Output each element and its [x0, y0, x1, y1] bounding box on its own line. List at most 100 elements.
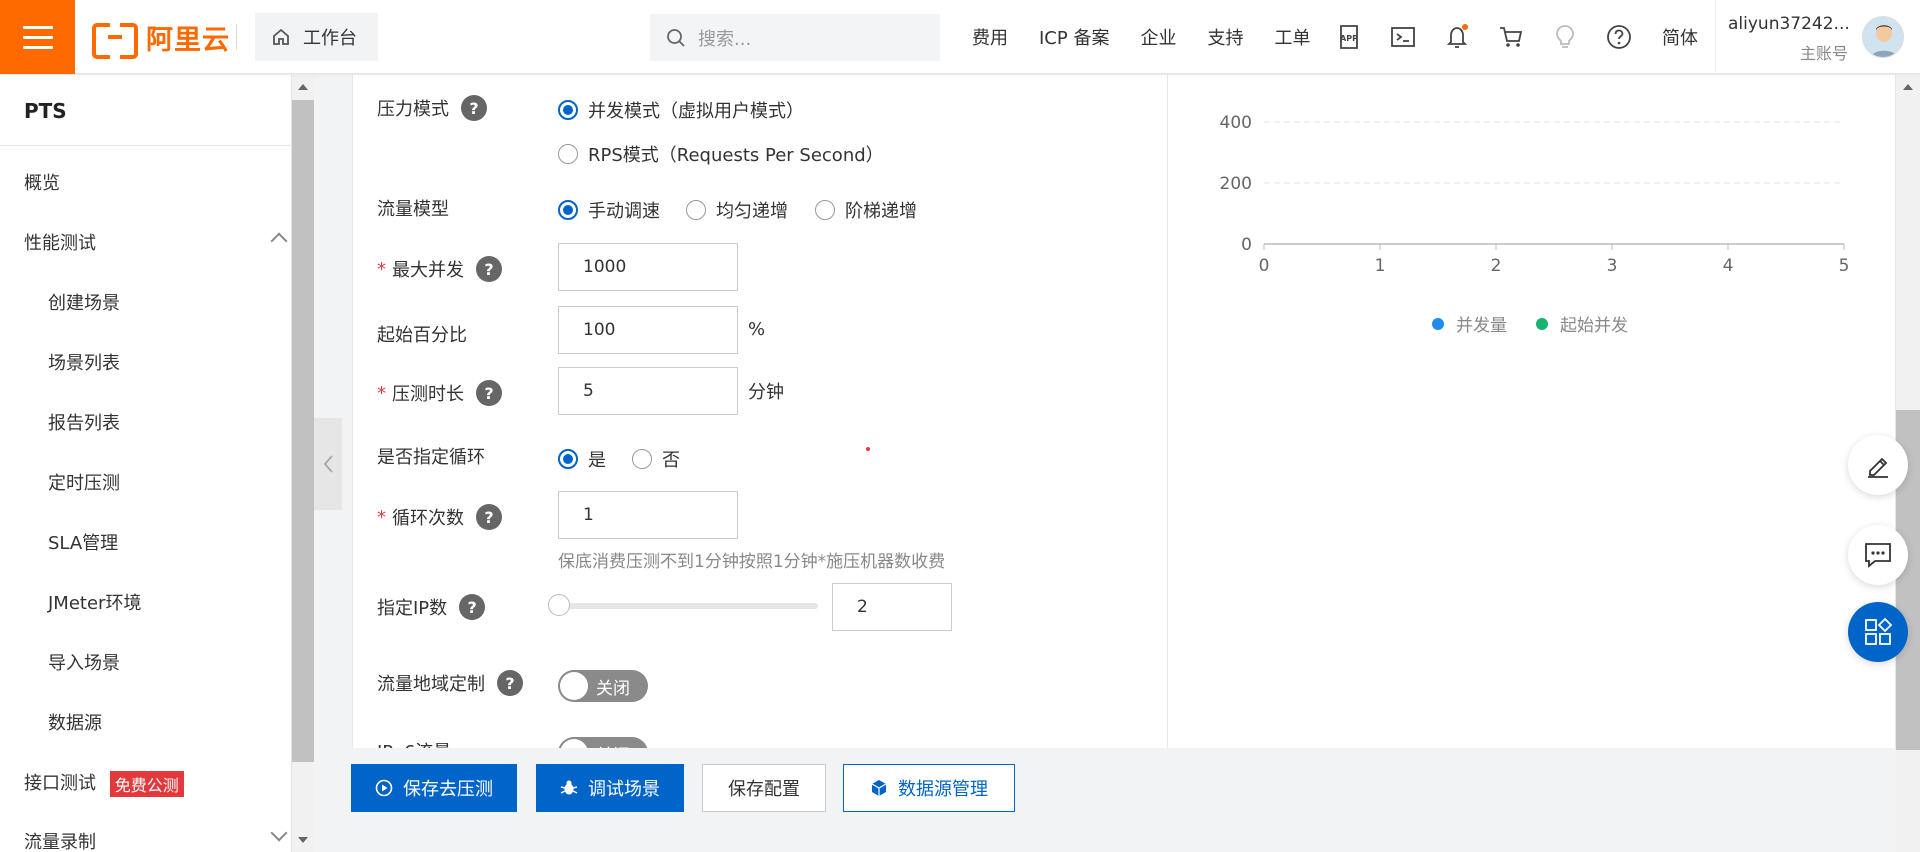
logo-text: 阿里云	[146, 24, 230, 56]
sidebar-item-traffic-record[interactable]: 流量录制	[24, 828, 96, 852]
nav-support[interactable]: 支持	[1207, 24, 1243, 50]
label-text: 压力模式	[377, 99, 449, 120]
ip-count-slider-handle[interactable]	[548, 594, 570, 616]
radio-uniform-increase[interactable]: 均匀递增	[686, 197, 788, 223]
edit-feedback-button[interactable]	[1848, 435, 1908, 495]
radio-label: RPS模式（Requests Per Second）	[588, 145, 884, 166]
radio-concurrency-mode[interactable]: 并发模式（虚拟用户模式）	[558, 97, 804, 123]
x-tick-label: 1	[1375, 256, 1386, 276]
radio-label: 并发模式（虚拟用户模式）	[588, 101, 804, 122]
chevron-left-icon	[323, 455, 333, 473]
lightbulb-icon[interactable]	[1552, 24, 1578, 50]
scroll-down-arrow-icon[interactable]	[297, 836, 309, 844]
debug-scene-button[interactable]: 调试场景	[536, 764, 684, 812]
top-navigation-bar: 阿里云 工作台 搜索... 费用 ICP 备案 企业 支持 工单 APP 简体 …	[0, 0, 1920, 74]
help-icon[interactable]: ?	[476, 504, 502, 530]
scroll-up-arrow-icon[interactable]	[1902, 83, 1914, 91]
y-tick-label: 400	[1220, 113, 1252, 133]
save-and-test-button[interactable]: 保存去压测	[351, 764, 517, 812]
nav-icp[interactable]: ICP 备案	[1039, 24, 1109, 50]
apps-button[interactable]	[1848, 602, 1908, 662]
radio-rps-mode[interactable]: RPS模式（Requests Per Second）	[558, 141, 884, 167]
button-label: 保存去压测	[403, 779, 493, 800]
sidebar-item-report-list[interactable]: 报告列表	[48, 409, 120, 435]
sidebar-scrollbar-thumb[interactable]	[292, 100, 314, 762]
ipv6-toggle[interactable]: 关闭	[558, 737, 648, 748]
radio-manual-speed[interactable]: 手动调速	[558, 197, 660, 223]
radio-dot	[632, 449, 652, 469]
sidebar-item-import-scene[interactable]: 导入场景	[48, 649, 120, 675]
search-input[interactable]: 搜索...	[650, 14, 940, 61]
sidebar-item-sla[interactable]: SLA管理	[48, 529, 118, 555]
svg-text:APP: APP	[1340, 34, 1358, 43]
region-label: 流量地域定制 ?	[377, 670, 523, 696]
help-icon[interactable]: ?	[476, 380, 502, 406]
chevron-down-icon[interactable]	[270, 824, 288, 842]
sidebar-item-datasource[interactable]: 数据源	[48, 709, 102, 735]
help-icon[interactable]: ?	[461, 95, 487, 121]
y-tick-label: 0	[1241, 235, 1252, 255]
language-switch[interactable]: 简体	[1662, 24, 1698, 50]
divider	[1715, 0, 1716, 74]
avatar[interactable]	[1862, 16, 1904, 58]
chat-button[interactable]	[1848, 525, 1908, 585]
sidebar-title: PTS	[24, 99, 67, 123]
cursor-marker	[866, 447, 870, 451]
divider	[0, 145, 291, 146]
sidebar-collapse-button[interactable]	[314, 418, 342, 510]
menu-icon[interactable]	[0, 0, 75, 74]
help-icon[interactable]: ?	[459, 594, 486, 620]
workbench-button[interactable]: 工作台	[255, 13, 378, 61]
save-config-button[interactable]: 保存配置	[702, 764, 826, 812]
terminal-icon[interactable]	[1390, 24, 1416, 50]
label-text: 压测时长	[392, 384, 464, 405]
radio-loop-no[interactable]: 否	[632, 446, 680, 472]
sidebar-item-label: 接口测试	[24, 773, 96, 794]
radio-dot	[815, 200, 835, 220]
legend-dot	[1432, 317, 1444, 330]
region-toggle[interactable]: 关闭	[558, 670, 648, 702]
sidebar-item-scheduled[interactable]: 定时压测	[48, 469, 120, 495]
bell-icon[interactable]	[1444, 24, 1470, 50]
datasource-manage-button[interactable]: 数据源管理	[843, 764, 1015, 812]
help-icon[interactable]: ?	[497, 670, 523, 696]
nav-enterprise[interactable]: 企业	[1140, 24, 1176, 50]
max-concurrency-input[interactable]: 1000	[558, 243, 738, 291]
user-name: aliyun37242...	[1728, 14, 1850, 34]
legend-concurrency[interactable]: 并发量	[1432, 311, 1507, 336]
sidebar-item-scene-list[interactable]: 场景列表	[48, 349, 120, 375]
ip-count-slider-track[interactable]	[558, 603, 818, 609]
help-icon[interactable]	[1606, 24, 1632, 50]
loop-count-input[interactable]: 1	[558, 491, 738, 539]
sidebar-item-perf-test[interactable]: 性能测试	[24, 229, 96, 255]
traffic-model-label: 流量模型	[377, 199, 449, 220]
play-circle-icon	[375, 779, 393, 797]
sidebar-item-overview[interactable]: 概览	[24, 169, 60, 195]
chevron-up-icon[interactable]	[270, 232, 288, 250]
billing-hint: 保底消费压测不到1分钟按照1分钟*施压机器数收费	[558, 552, 946, 572]
nav-ticket[interactable]: 工单	[1274, 24, 1310, 50]
max-concurrency-label: * 最大并发 ?	[377, 256, 502, 282]
label-text: 流量地域定制	[377, 674, 485, 695]
nav-fees[interactable]: 费用	[972, 24, 1008, 50]
ip-count-input[interactable]: 2	[832, 583, 952, 631]
sidebar-item-jmeter[interactable]: JMeter环境	[48, 589, 141, 615]
cart-icon[interactable]	[1498, 24, 1524, 50]
radio-loop-yes[interactable]: 是	[558, 446, 606, 472]
scroll-up-arrow-icon[interactable]	[297, 83, 309, 91]
sidebar-item-api-test[interactable]: 接口测试 免费公测	[24, 769, 184, 797]
app-icon[interactable]: APP	[1336, 24, 1362, 50]
label-text: 循环次数	[392, 508, 464, 529]
radio-step-increase[interactable]: 阶梯递增	[815, 197, 917, 223]
duration-input[interactable]: 5	[558, 367, 738, 415]
start-percent-input[interactable]: 100	[558, 306, 738, 354]
start-percent-label: 起始百分比	[377, 325, 467, 346]
workbench-label: 工作台	[303, 28, 357, 49]
help-icon[interactable]: ?	[476, 256, 502, 282]
user-account[interactable]: aliyun37242... 主账号	[1728, 14, 1850, 64]
radio-label: 均匀递增	[716, 201, 788, 222]
sidebar-item-create-scene[interactable]: 创建场景	[48, 289, 120, 315]
aliyun-logo[interactable]: 阿里云	[92, 19, 230, 59]
legend-start-concurrency[interactable]: 起始并发	[1536, 311, 1628, 336]
required-marker: *	[377, 506, 386, 528]
